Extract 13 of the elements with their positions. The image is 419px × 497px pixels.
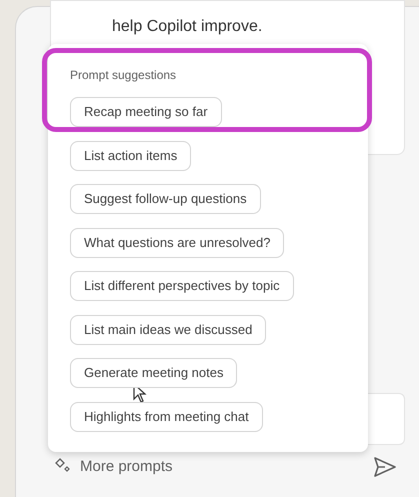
- sparkle-icon: [54, 458, 72, 474]
- message-text: help Copilot improve.: [112, 17, 262, 37]
- suggestion-chip[interactable]: Recap meeting so far: [70, 97, 222, 127]
- suggestion-chip[interactable]: Highlights from meeting chat: [70, 402, 263, 432]
- suggestion-chip[interactable]: Suggest follow-up questions: [70, 184, 261, 214]
- menu-heading: Prompt suggestions: [70, 67, 176, 83]
- suggestion-chip[interactable]: List main ideas we discussed: [70, 314, 266, 344]
- suggestion-chip[interactable]: What questions are unresolved?: [70, 228, 284, 258]
- more-prompts-button[interactable]: More prompts: [80, 457, 173, 477]
- suggestion-chip[interactable]: Generate meeting notes: [70, 358, 238, 388]
- send-icon[interactable]: [373, 456, 397, 478]
- suggestion-chip[interactable]: List different perspectives by topic: [70, 271, 294, 301]
- suggestion-chip[interactable]: List action items: [70, 140, 192, 170]
